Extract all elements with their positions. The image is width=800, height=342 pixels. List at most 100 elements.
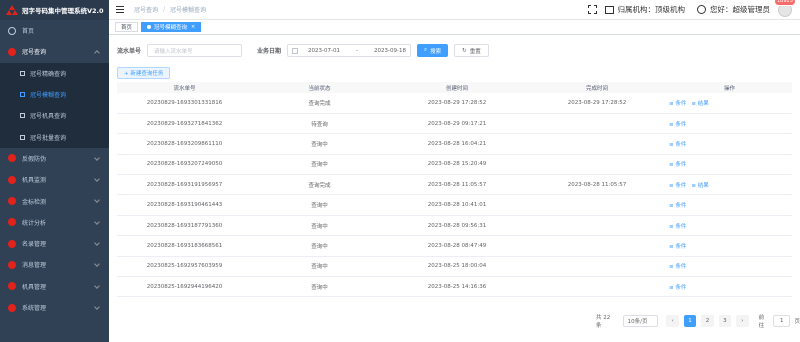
page-size-select[interactable]: 10条/页 [622, 315, 659, 327]
sidebar-item-machines[interactable]: 机具管理 [0, 276, 109, 297]
new-task-button[interactable]: + 新建查询任务 [117, 67, 171, 79]
user-label: 您好：超级管理员 [710, 5, 770, 14]
submenu-item-batch[interactable]: 冠号批量查询 [0, 126, 109, 147]
app-title: 冠字号码集中管理系统V2.0 [22, 7, 104, 15]
cell-status: 查询中 [252, 194, 387, 216]
date-start: 2023-07-01 [308, 47, 340, 54]
serial-input[interactable]: 请输入流水单号 [147, 44, 243, 57]
result-link[interactable]: ≡ 结果 [691, 183, 708, 189]
top-navbar: 冠号查询 / 冠号模糊查询 归属机构：顶级机构 您好：超级管理员 18925 [109, 0, 800, 20]
condition-link[interactable]: ≡ 条件 [669, 183, 686, 189]
logo: 冠字号码集中管理系统V2.0 [0, 0, 109, 20]
sidebar-item-label: 统计分析 [22, 219, 47, 227]
sidebar-item-home[interactable]: 首页 [0, 20, 109, 41]
result-link[interactable]: ≡ 结果 [691, 101, 708, 107]
condition-link[interactable]: ≡ 条件 [669, 122, 686, 128]
jump-label: 前往 [758, 315, 765, 329]
cell-created: 2023-08-28 15:20:49 [387, 154, 527, 176]
condition-link[interactable]: ≡ 条件 [669, 142, 686, 148]
cell-id: 20230825-1692957603959 [117, 256, 252, 278]
sidebar: 冠字号码集中管理系统V2.0 首页 冠号查询 冠号精确查询 冠号模糊查询 冠号机… [0, 0, 109, 342]
cell-created: 2023-08-29 17:28:52 [387, 93, 527, 114]
sidebar-item-serial-query[interactable]: 冠号查询 [0, 41, 109, 62]
chevron-down-icon [94, 304, 100, 310]
search-button[interactable]: ⌕ 搜索 [417, 44, 449, 57]
sidebar-item-directory[interactable]: 名录管理 [0, 233, 109, 254]
tag-fuzzy-query[interactable]: 冠号模糊查询 × [141, 22, 202, 32]
sidebar-item-statistics[interactable]: 统计分析 [0, 212, 109, 233]
avatar[interactable]: 18925 [774, 0, 796, 17]
cell-finished [527, 154, 667, 176]
close-icon[interactable]: × [191, 24, 195, 30]
machine-icon [8, 282, 16, 291]
cell-ops: ≡ 条件 ≡ 结果 [667, 174, 792, 196]
submenu-label: 冠号机具查询 [30, 113, 67, 121]
table-row: 20230828-1693209861110 查询中 2023-08-28 16:0… [117, 133, 792, 155]
link-label: 条件 [675, 182, 687, 189]
submenu-item-machine[interactable]: 冠号机具查询 [0, 105, 109, 126]
sidebar-item-label: 冠号查询 [22, 49, 47, 57]
user-icon [697, 5, 706, 14]
hamburger-icon[interactable] [116, 6, 124, 13]
condition-link[interactable]: ≡ 条件 [669, 244, 686, 250]
breadcrumb-separator: / [163, 6, 166, 13]
pagination: 共 22 条 10条/页 ‹ 1 2 3 › 前往 1 页 [596, 313, 800, 329]
condition-link[interactable]: ≡ 条件 [669, 203, 686, 209]
table-row: 20230829-1693301331816 查询完成 2023-08-29 17:… [117, 93, 792, 114]
tag-home[interactable]: 首页 [115, 22, 139, 32]
breadcrumb-item[interactable]: 冠号查询 [134, 5, 158, 14]
condition-link[interactable]: ≡ 条件 [669, 101, 686, 107]
search-button-label: 搜索 [430, 48, 442, 55]
chevron-down-icon [94, 240, 100, 246]
page-size-value: 10条/页 [627, 319, 648, 325]
search-icon [8, 47, 16, 56]
condition-link[interactable]: ≡ 条件 [669, 285, 686, 291]
shield-icon [8, 154, 16, 163]
serial-label: 流水单号 [117, 48, 142, 55]
header-right: 归属机构：顶级机构 您好：超级管理员 18925 [587, 0, 800, 17]
fullscreen-icon[interactable] [587, 5, 597, 14]
chevron-down-icon [94, 154, 100, 161]
grid-icon [20, 70, 25, 76]
page-button[interactable]: 3 [718, 315, 732, 327]
chevron-up-icon [94, 50, 100, 57]
table-row: 20230825-1692957603959 查询中 2023-08-25 18:0… [117, 256, 792, 278]
date-end: 2023-09-18 [374, 47, 406, 54]
sidebar-item-anti-counterfeit[interactable]: 反假防伪 [0, 148, 109, 169]
jump-input[interactable]: 1 [773, 315, 791, 327]
column-header: 创建时间 [387, 82, 527, 93]
cell-id: 20230828-1693190461443 [117, 194, 252, 216]
cell-id: 20230829-1693271841362 [117, 113, 252, 135]
submenu-item-exact[interactable]: 冠号精确查询 [0, 63, 109, 84]
table-row: 20230829-1693271841362 待查询 2023-08-29 09:1… [117, 113, 792, 135]
submenu-label: 冠号精确查询 [30, 70, 67, 78]
condition-link[interactable]: ≡ 条件 [669, 264, 686, 270]
next-page-button[interactable]: › [736, 315, 749, 327]
column-header: 流水单号 [117, 82, 252, 93]
chart-icon [8, 218, 16, 227]
sidebar-item-gold-check[interactable]: 金标检测 [0, 190, 109, 211]
org-label: 归属机构：顶级机构 [617, 5, 686, 14]
sidebar-item-messages[interactable]: 消息管理 [0, 254, 109, 275]
sidebar-item-machine-monitor[interactable]: 机具监测 [0, 169, 109, 190]
cell-ops: ≡ 条件 ≡ 结果 [667, 93, 792, 114]
reset-button[interactable]: ↻ 重置 [454, 44, 489, 57]
prev-page-button[interactable]: ‹ [666, 315, 679, 327]
cell-created: 2023-08-28 08:47:49 [387, 235, 527, 257]
page-button[interactable]: 2 [701, 315, 714, 327]
sidebar-item-system[interactable]: 系统管理 [0, 297, 109, 318]
link-label: 条件 [675, 121, 687, 128]
cell-id: 20230825-1692944196420 [117, 276, 252, 298]
page-button[interactable]: 1 [683, 315, 697, 327]
cell-status: 查询中 [252, 154, 387, 176]
cell-created: 2023-08-28 16:04:21 [387, 133, 527, 155]
cell-created: 2023-08-28 09:56:31 [387, 215, 527, 237]
condition-link[interactable]: ≡ 条件 [669, 162, 686, 168]
condition-link[interactable]: ≡ 条件 [669, 224, 686, 230]
link-label: 条件 [675, 141, 687, 148]
submenu-item-fuzzy[interactable]: 冠号模糊查询 [0, 84, 109, 105]
grid-icon [20, 134, 25, 140]
date-range-picker[interactable]: 2023-07-01 - 2023-09-18 [287, 44, 412, 57]
filter-form: 流水单号 请输入流水单号 业务日期 2023-07-01 - 2023-09-1… [117, 44, 495, 57]
notification-badge: 18925 [774, 0, 796, 6]
